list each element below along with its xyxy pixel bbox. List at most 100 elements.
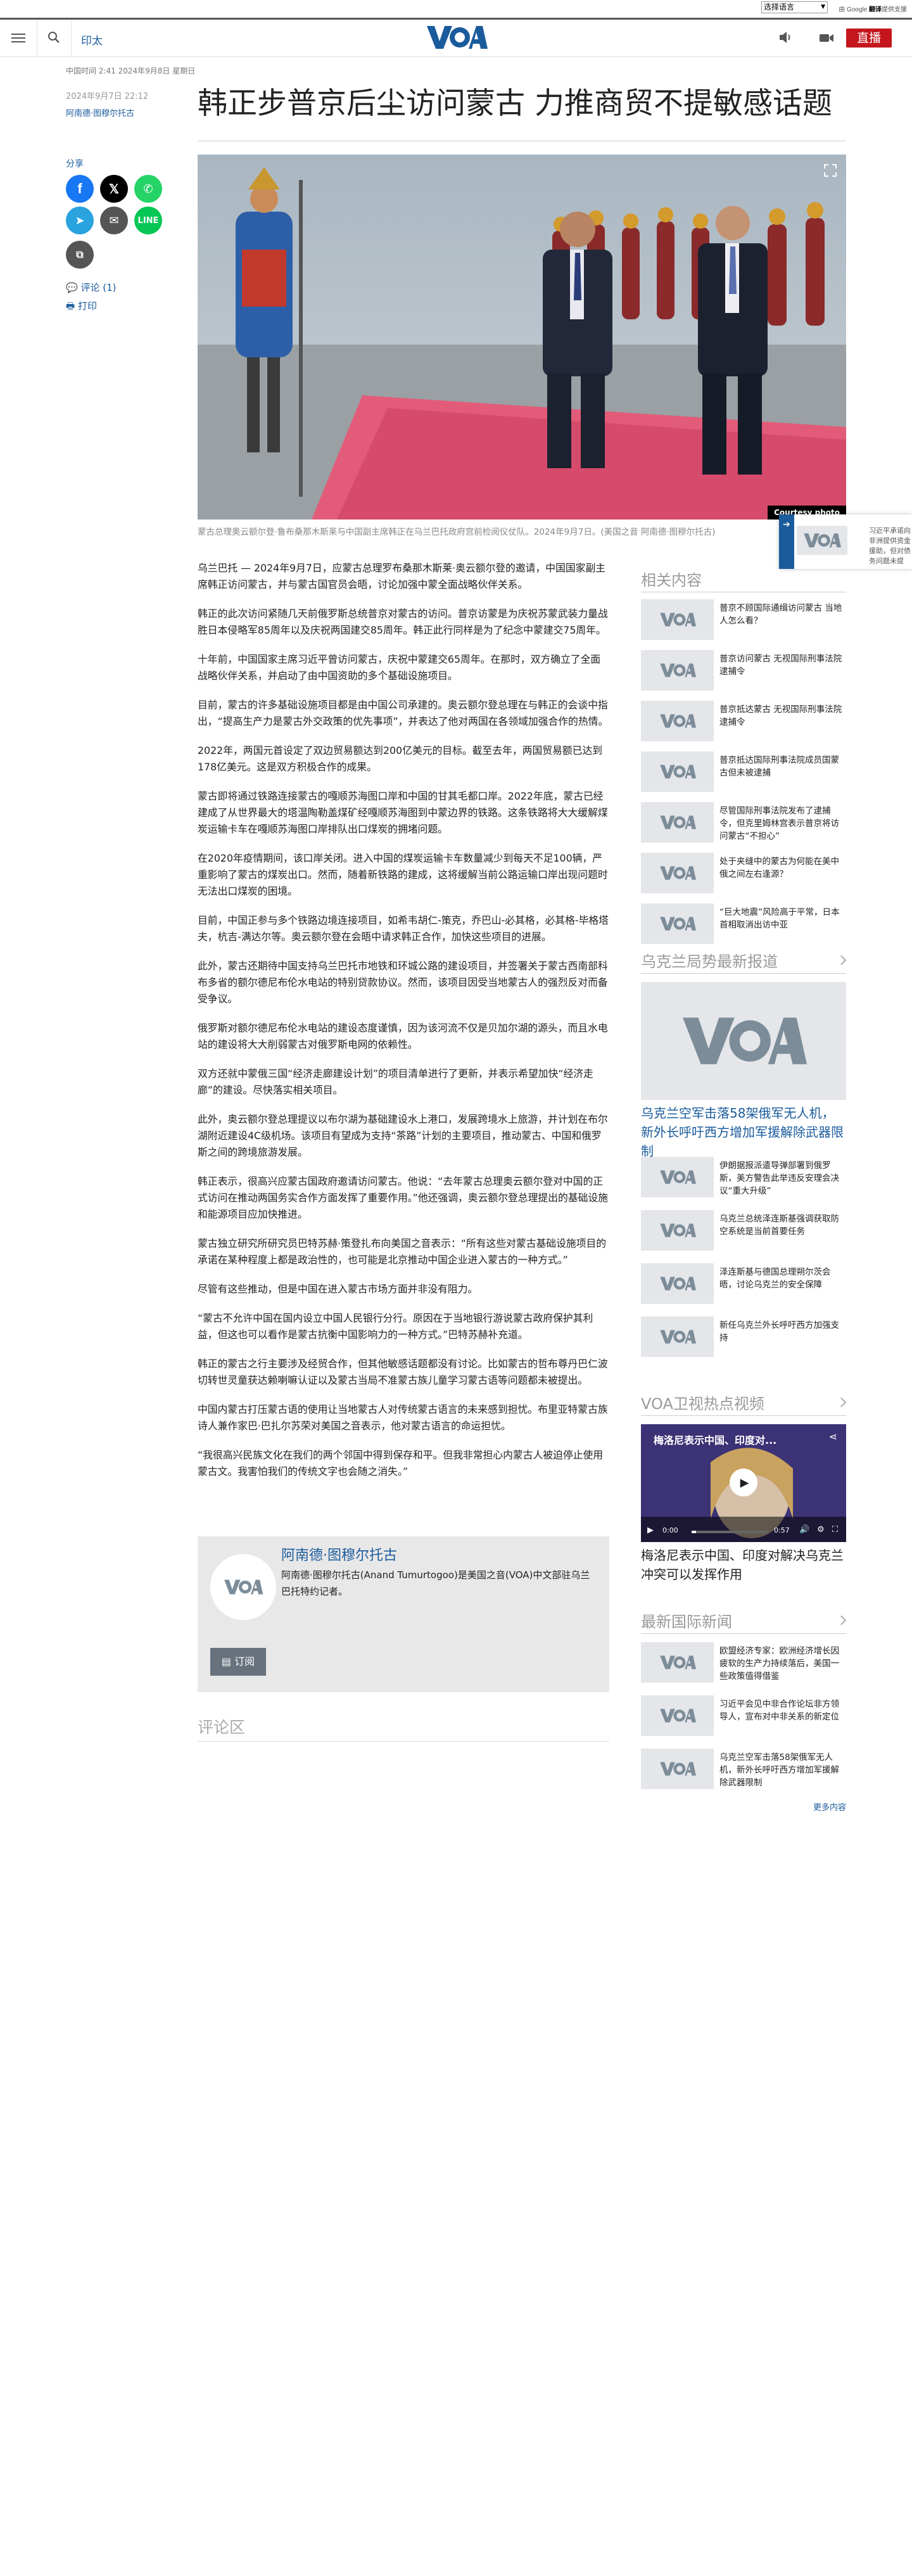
- print-label: 打印: [77, 300, 97, 312]
- list-item[interactable]: 习近平会见中非合作论坛非方领导人，宣布对中非关系的新定位: [641, 1695, 846, 1736]
- video-progress-bar[interactable]: [692, 1531, 768, 1533]
- x-share-icon[interactable]: 𝕏: [100, 175, 128, 203]
- volume-icon[interactable]: 🔊: [799, 1525, 809, 1534]
- live-button[interactable]: 直播: [846, 29, 892, 48]
- thumbnail[interactable]: [641, 599, 714, 640]
- list-item[interactable]: “巨大地震”风险高于平常，日本首相取消出访中亚: [641, 903, 846, 944]
- related-heading: 相关内容: [641, 571, 702, 589]
- play-icon-small[interactable]: ▶: [647, 1526, 654, 1535]
- share-icon[interactable]: ⋖: [829, 1431, 837, 1443]
- list-item-title[interactable]: 普京抵达蒙古 无视国际刑事法院逮捕令: [719, 703, 846, 729]
- voa-logo: [659, 1330, 696, 1344]
- list-item-title[interactable]: 新任乌克兰外长呼吁西方加强支持: [719, 1319, 846, 1344]
- divider: [198, 1741, 609, 1742]
- thumbnail[interactable]: [641, 1642, 714, 1683]
- author-link[interactable]: 阿南德·图穆尔托古: [66, 106, 134, 118]
- subscribe-button[interactable]: ▤ 订阅: [210, 1648, 266, 1676]
- list-item-title[interactable]: 尽管国际刑事法院发布了逮捕令，但克里姆林宫表示普京将访问蒙古“不担心”: [719, 805, 846, 843]
- comments-link[interactable]: 💬 评论 (1): [66, 281, 116, 294]
- whatsapp-share-icon[interactable]: ✆: [134, 175, 162, 203]
- float-arrow[interactable]: ➔: [779, 514, 794, 569]
- article-paragraph: 此外，蒙古还期待中国支持乌兰巴托市地铁和环城公路的建设项目，并签署关于蒙古西南部…: [198, 960, 608, 1005]
- video-heading[interactable]: VOA卫视热点视频: [641, 1391, 764, 1413]
- list-item[interactable]: 泽连斯基与德国总理朔尔茨会晤，讨论乌克兰的安全保障: [641, 1263, 846, 1304]
- list-item-title[interactable]: 泽连斯基与德国总理朔尔茨会晤，讨论乌克兰的安全保障: [719, 1266, 846, 1291]
- thumbnail[interactable]: [641, 1263, 714, 1304]
- list-item-title[interactable]: 习近平会见中非合作论坛非方领导人，宣布对中非关系的新定位: [719, 1698, 846, 1723]
- telegram-share-icon[interactable]: ➤: [66, 207, 94, 234]
- facebook-share-icon[interactable]: f: [66, 175, 94, 203]
- translate-link[interactable]: 翻译: [869, 6, 882, 13]
- arrow-right-icon: ➔: [783, 520, 790, 530]
- list-item[interactable]: 普京抵达国际刑事法院成员国蒙古但未被逮捕: [641, 751, 846, 792]
- list-item[interactable]: 乌克兰空军击落58架俄军无人机，新外长呼吁西方增加军援解除武器限制: [641, 1749, 846, 1789]
- thumbnail[interactable]: [641, 650, 714, 691]
- voa-logo: [659, 765, 696, 779]
- list-item-title[interactable]: 普京抵达国际刑事法院成员国蒙古但未被逮捕: [719, 754, 846, 779]
- ukraine-lead-thumbnail[interactable]: [641, 982, 846, 1100]
- video-caption[interactable]: 梅洛尼表示中国、印度对解决乌克兰冲突可以发挥作用: [641, 1546, 846, 1584]
- video-player[interactable]: 梅洛尼表示中国、印度对... ⋖ ▶ ▶ 0:00 0:57 🔊 ⚙ ⛶: [641, 1424, 846, 1542]
- fullscreen-icon[interactable]: ⛶: [832, 1525, 838, 1534]
- list-item[interactable]: 新任乌克兰外长呼吁西方加强支持: [641, 1317, 846, 1357]
- list-item[interactable]: 欧盟经济专家：欧洲经济增长因疲软的生产力持续落后，美国一些政策值得借鉴: [641, 1642, 846, 1683]
- search-icon[interactable]: [47, 30, 61, 44]
- author-name[interactable]: 阿南德·图穆尔托古: [281, 1544, 397, 1564]
- thumbnail[interactable]: [641, 1210, 714, 1251]
- list-item-title[interactable]: 伊朗据报派遣导弹部署到俄罗斯，美方警告此举违反安理会决议“重大升级”: [719, 1159, 846, 1197]
- line-share-icon[interactable]: LINE: [134, 207, 162, 234]
- voa-logo: [224, 1579, 263, 1595]
- play-button[interactable]: ▶: [730, 1469, 757, 1496]
- list-item-title[interactable]: 乌克兰空军击落58架俄军无人机，新外长呼吁西方增加军援解除武器限制: [719, 1751, 846, 1789]
- chevron-right-icon[interactable]: [836, 1615, 847, 1626]
- list-item-title[interactable]: 普京访问蒙古 无视国际刑事法院逮捕令: [719, 653, 846, 678]
- voa-logo: [659, 1762, 696, 1776]
- video-overlay-title: 梅洛尼表示中国、印度对...: [654, 1434, 777, 1446]
- list-item-title[interactable]: 乌克兰总统泽连斯基强调获取防空系统是当前首要任务: [719, 1213, 846, 1238]
- voa-logo: [804, 533, 841, 548]
- article-paragraph: 尽管有这些推动，但是中国在进入蒙古市场方面并非没有阻力。: [198, 1283, 478, 1295]
- settings-icon[interactable]: ⚙: [817, 1525, 825, 1534]
- email-share-icon[interactable]: ✉: [100, 207, 128, 234]
- article-paragraph: 蒙古即将通过铁路连接蒙古的嘎顺苏海图口岸和中国的甘其毛都口岸。2022年底，蒙古…: [198, 790, 608, 835]
- list-item-title[interactable]: 欧盟经济专家：欧洲经济增长因疲软的生产力持续落后，美国一些政策值得借鉴: [719, 1645, 846, 1683]
- thumbnail[interactable]: [641, 1749, 714, 1789]
- thumbnail[interactable]: [641, 853, 714, 893]
- list-item[interactable]: 普京抵达蒙古 无视国际刑事法院逮捕令: [641, 701, 846, 741]
- voa-logo: [659, 663, 696, 677]
- list-item-title[interactable]: 处于夹缝中的蒙古为何能在美中俄之间左右逢源？: [719, 855, 846, 881]
- thumbnail[interactable]: [641, 1695, 714, 1736]
- article-paragraph: 中国内蒙古打压蒙古语的使用让当地蒙古人对传统蒙古语言的未来感到担忧。布里亚特蒙古…: [198, 1403, 608, 1432]
- article-paragraph: 十年前，中国国家主席习近平曾访问蒙古，庆祝中蒙建交65周年。在那时，双方确立了全…: [198, 653, 601, 682]
- section-link[interactable]: 印太: [81, 32, 103, 48]
- copy-link-icon[interactable]: ⧉: [66, 241, 94, 269]
- list-item[interactable]: 普京访问蒙古 无视国际刑事法院逮捕令: [641, 650, 846, 691]
- chevron-right-icon[interactable]: [836, 955, 847, 966]
- article-paragraph: 乌兰巴托 — 2024年9月7日，应蒙古总理罗布桑那木斯莱·奥云额尔登的邀请，中…: [198, 562, 606, 590]
- list-item[interactable]: 乌克兰总统泽连斯基强调获取防空系统是当前首要任务: [641, 1210, 846, 1251]
- ukraine-lead-title[interactable]: 乌克兰空军击落58架俄军无人机，新外长呼吁西方增加军援解除武器限制: [641, 1104, 846, 1161]
- more-link[interactable]: 更多内容: [813, 1801, 846, 1813]
- thumbnail[interactable]: [641, 1157, 714, 1197]
- article-paragraph: 在2020年疫情期间，该口岸关闭。进入中国的煤炭运输卡车数量减少到每天不足100…: [198, 852, 608, 897]
- menu-icon[interactable]: [11, 31, 25, 44]
- thumbnail[interactable]: [641, 1317, 714, 1357]
- list-item[interactable]: 尽管国际刑事法院发布了逮捕令，但克里姆林宫表示普京将访问蒙古“不担心”: [641, 802, 846, 843]
- thumbnail[interactable]: [641, 701, 714, 741]
- print-link[interactable]: 🖶 打印: [66, 299, 97, 316]
- floating-promo[interactable]: ➔ 习近平承诺向非洲提供资金援助，但对债务问题未提: [779, 514, 912, 569]
- article-paragraph: 双方还就中蒙俄三国“经济走廊建设计划”的项目清单进行了更新，并表示希望加快“经济…: [198, 1068, 593, 1096]
- list-item-title[interactable]: “巨大地震”风险高于平常，日本首相取消出访中亚: [719, 906, 846, 931]
- ukraine-heading[interactable]: 乌克兰局势最新报道: [641, 949, 778, 971]
- list-item[interactable]: 处于夹缝中的蒙古为何能在美中俄之间左右逢源？: [641, 853, 846, 893]
- chevron-right-icon[interactable]: [836, 1397, 847, 1408]
- thumbnail[interactable]: [641, 903, 714, 944]
- voa-logo[interactable]: [426, 23, 488, 51]
- list-item-title[interactable]: 普京不顾国际通缉访问蒙古 当地人怎么看？: [719, 602, 846, 627]
- list-item[interactable]: 普京不顾国际通缉访问蒙古 当地人怎么看？: [641, 599, 846, 640]
- thumbnail[interactable]: [641, 751, 714, 792]
- thumbnail[interactable]: [641, 802, 714, 843]
- intl-heading[interactable]: 最新国际新闻: [641, 1609, 732, 1631]
- divider: [641, 1415, 846, 1416]
- list-item[interactable]: 伊朗据报派遣导弹部署到俄罗斯，美方警告此举违反安理会决议“重大升级”: [641, 1157, 846, 1197]
